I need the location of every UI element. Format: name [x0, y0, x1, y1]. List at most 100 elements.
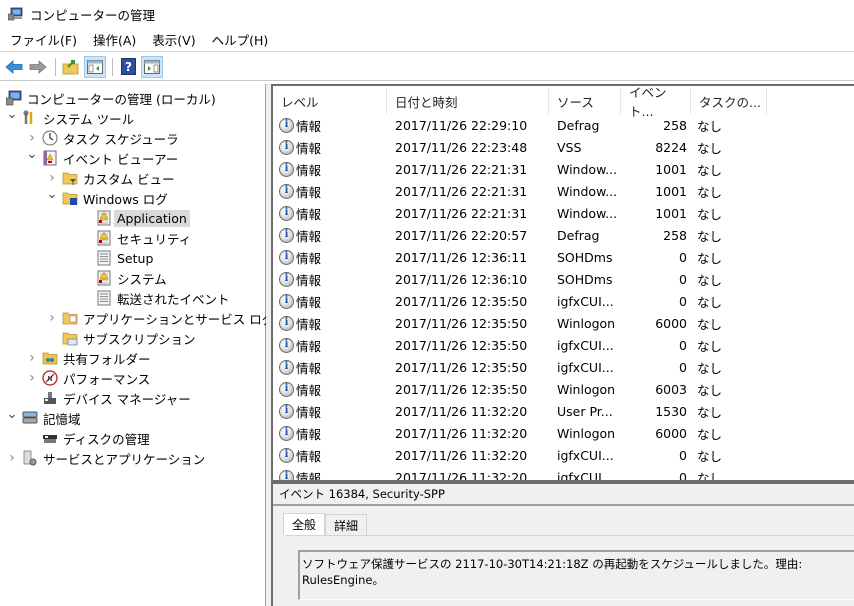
event-row[interactable]: i 情報 2017/11/26 12:35:50 igfxCUI... 0 なし: [273, 290, 854, 312]
column-header-task-category[interactable]: タスクの...: [691, 88, 767, 114]
column-header-source[interactable]: ソース: [549, 88, 621, 114]
event-row[interactable]: i 情報 2017/11/26 22:21:31 Window... 1001 なし: [273, 158, 854, 180]
tree-item[interactable]: デバイス マネージャー: [26, 388, 191, 408]
event-row[interactable]: i 情報 2017/11/26 22:21:31 Window... 1001 なし: [273, 180, 854, 202]
tree-item[interactable]: › アプリケーションとサービス ログ: [46, 308, 274, 328]
chevron-right-icon[interactable]: ›: [6, 450, 18, 466]
tree-item[interactable]: セキュリティ: [80, 228, 191, 248]
tree-item[interactable]: ディスクの管理: [26, 428, 150, 448]
information-icon: i: [279, 249, 294, 265]
menu-bar: ファイル(F) 操作(A) 表示(V) ヘルプ(H): [0, 28, 854, 52]
chevron-right-icon[interactable]: ›: [46, 310, 58, 326]
tree-item[interactable]: Application: [80, 208, 190, 228]
event-id: 0: [679, 337, 687, 353]
back-button[interactable]: [3, 56, 25, 78]
event-id: 0: [679, 249, 687, 265]
tree-item[interactable]: システム: [80, 268, 167, 288]
show-hide-action-pane-button[interactable]: [141, 55, 163, 78]
tree-item[interactable]: › カスタム ビュー: [46, 168, 174, 188]
column-header-date[interactable]: 日付と時刻: [387, 88, 549, 114]
information-icon: i: [279, 315, 294, 331]
tree-item[interactable]: サブスクリプション: [46, 328, 196, 348]
menu-view[interactable]: 表示(V): [146, 30, 201, 49]
show-hide-console-tree-button[interactable]: [84, 55, 106, 78]
tree-item[interactable]: › タスク スケジューラ: [26, 128, 178, 148]
chevron-right-icon[interactable]: ›: [26, 370, 38, 386]
tools-icon: [22, 110, 38, 126]
disk-icon: [42, 430, 58, 446]
event-row[interactable]: i 情報 2017/11/26 12:35:50 Winlogon 6000 なし: [273, 312, 854, 334]
help-button[interactable]: ?: [117, 56, 139, 78]
event-id: 1001: [655, 161, 687, 177]
event-level: i 情報: [273, 336, 387, 355]
information-icon: i: [279, 425, 294, 441]
event-row[interactable]: i 情報 2017/11/26 22:23:48 VSS 8224 なし: [273, 136, 854, 158]
chevron-right-icon[interactable]: ›: [26, 350, 38, 366]
event-row[interactable]: i 情報 2017/11/26 12:36:10 SOHDms 0 なし: [273, 268, 854, 290]
menu-file[interactable]: ファイル(F): [4, 30, 83, 49]
tree-item[interactable]: › サービスとアプリケーション: [6, 448, 205, 468]
clock-icon: [42, 130, 58, 146]
information-icon: i: [279, 161, 294, 177]
tab-details[interactable]: 詳細: [325, 514, 368, 535]
tree-item[interactable]: Setup: [80, 248, 153, 268]
information-icon: i: [279, 337, 294, 353]
event-level-text: 情報: [296, 382, 322, 398]
event-row[interactable]: i 情報 2017/11/26 22:20:57 Defrag 258 なし: [273, 224, 854, 246]
log-warning-icon: [96, 230, 112, 246]
tree-item[interactable]: コンピューターの管理 (ローカル): [5, 88, 216, 108]
tree-item[interactable]: › N パフォーマンス: [26, 368, 150, 388]
computer-management-icon: [7, 7, 24, 21]
information-icon: i: [279, 117, 294, 133]
event-row[interactable]: i 情報 2017/11/26 12:35:50 igfxCUI... 0 なし: [273, 334, 854, 356]
show-hide-console-tree-icon: [87, 59, 103, 74]
tree-item[interactable]: ⌄ 記憶域: [6, 408, 81, 428]
column-header-level[interactable]: レベル: [273, 88, 387, 114]
filter-folder-icon: [62, 170, 78, 186]
tab-general[interactable]: 全般: [283, 513, 326, 535]
event-row[interactable]: i 情報 2017/11/26 11:32:20 igfxCUI... 0 なし: [273, 444, 854, 466]
tree-item-label: 転送されたイベント: [117, 291, 230, 307]
chevron-right-icon[interactable]: ›: [26, 130, 38, 146]
event-task-category: なし: [697, 162, 723, 178]
event-row[interactable]: i 情報 2017/11/26 11:32:20 User Pr... 1530 なし: [273, 400, 854, 422]
event-level: i 情報: [273, 226, 387, 245]
event-id: 258: [663, 117, 687, 133]
tree-item[interactable]: › 共有フォルダー: [26, 348, 150, 368]
tree-item[interactable]: ⌄ Windows ログ: [46, 188, 168, 208]
event-source: igfxCUI...: [557, 337, 614, 353]
event-level: i 情報: [273, 204, 387, 223]
chevron-right-icon[interactable]: ›: [46, 170, 58, 186]
information-icon: i: [279, 139, 294, 155]
menu-help[interactable]: ヘルプ(H): [206, 30, 275, 49]
chevron-down-icon[interactable]: ⌄: [26, 148, 38, 161]
chevron-down-icon[interactable]: ⌄: [6, 408, 18, 421]
event-level-text: 情報: [296, 162, 322, 178]
event-row[interactable]: i 情報 2017/11/26 22:29:10 Defrag 258 なし: [273, 114, 854, 136]
menu-action[interactable]: 操作(A): [87, 30, 142, 49]
forward-button[interactable]: [27, 56, 49, 78]
tree-item[interactable]: 転送されたイベント: [80, 288, 230, 308]
event-row[interactable]: i 情報 2017/11/26 12:36:11 SOHDms 0 なし: [273, 246, 854, 268]
event-row[interactable]: i 情報 2017/11/26 11:32:20 Winlogon 6000 なし: [273, 422, 854, 444]
event-row[interactable]: i 情報 2017/11/26 22:21:31 Window... 1001 なし: [273, 202, 854, 224]
event-level-text: 情報: [296, 228, 322, 244]
chevron-down-icon[interactable]: ⌄: [6, 108, 18, 121]
event-level: i 情報: [273, 314, 387, 333]
event-source: Winlogon: [557, 425, 616, 441]
event-row[interactable]: i 情報 2017/11/26 12:35:50 igfxCUI... 0 なし: [273, 356, 854, 378]
tree-item[interactable]: ⌄ システム ツール: [6, 108, 135, 128]
tree-item[interactable]: ⌄ イベント ビューアー: [26, 148, 179, 168]
column-header-event-id[interactable]: イベント...: [621, 85, 691, 119]
information-icon: i: [279, 183, 294, 199]
tree-item-label: ディスクの管理: [63, 431, 150, 447]
up-one-level-button[interactable]: [60, 56, 82, 78]
device-manager-icon: [42, 390, 58, 406]
event-date: 2017/11/26 12:36:11: [395, 249, 528, 265]
log-folder-icon: [62, 190, 78, 206]
event-row[interactable]: i 情報 2017/11/26 12:35:50 Winlogon 6003 なし: [273, 378, 854, 400]
event-level: i 情報: [273, 292, 387, 311]
event-message[interactable]: ソフトウェア保護サービスの 2117-10-30T14:21:18Z の再起動を…: [298, 550, 854, 600]
help-icon: ?: [120, 58, 136, 75]
chevron-down-icon[interactable]: ⌄: [46, 188, 58, 201]
